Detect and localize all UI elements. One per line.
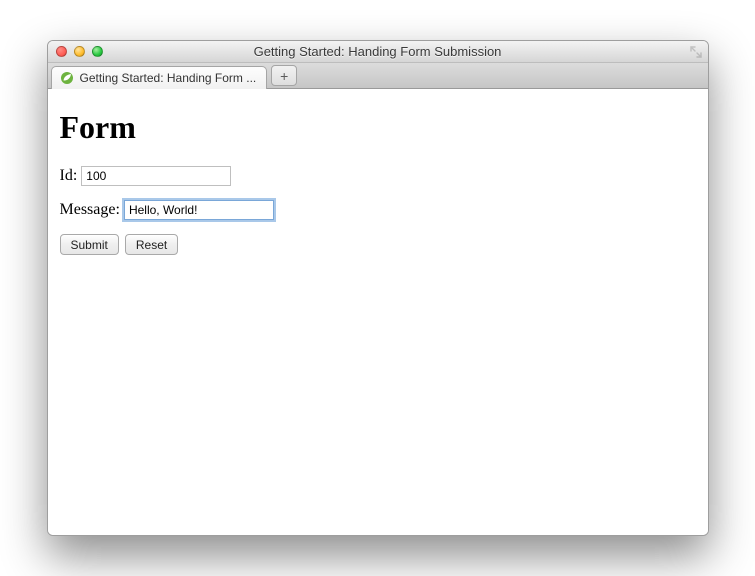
reset-button[interactable]: Reset [125,234,178,255]
spring-leaf-icon [60,71,74,85]
titlebar: Getting Started: Handing Form Submission [48,41,708,63]
plus-icon: + [280,69,288,83]
id-label: Id: [60,167,78,185]
tab-label: Getting Started: Handing Form ... [80,71,257,85]
page-heading: Form [60,109,696,146]
fullscreen-icon[interactable] [690,45,702,63]
browser-window: Getting Started: Handing Form Submission… [47,40,709,536]
message-label: Message: [60,201,120,219]
id-input[interactable] [81,166,231,186]
zoom-button[interactable] [92,46,103,57]
page-content: Form Id: Message: Submit Reset [48,89,708,535]
form-row-id: Id: [60,166,696,186]
form-row-message: Message: [60,200,696,220]
message-input[interactable] [124,200,274,220]
traffic-lights [48,46,103,57]
button-row: Submit Reset [60,234,696,255]
minimize-button[interactable] [74,46,85,57]
tab-bar: Getting Started: Handing Form ... + [48,63,708,89]
window-title: Getting Started: Handing Form Submission [48,44,708,59]
close-button[interactable] [56,46,67,57]
new-tab-button[interactable]: + [271,65,297,86]
submit-button[interactable]: Submit [60,234,119,255]
tab-active[interactable]: Getting Started: Handing Form ... [51,66,268,89]
